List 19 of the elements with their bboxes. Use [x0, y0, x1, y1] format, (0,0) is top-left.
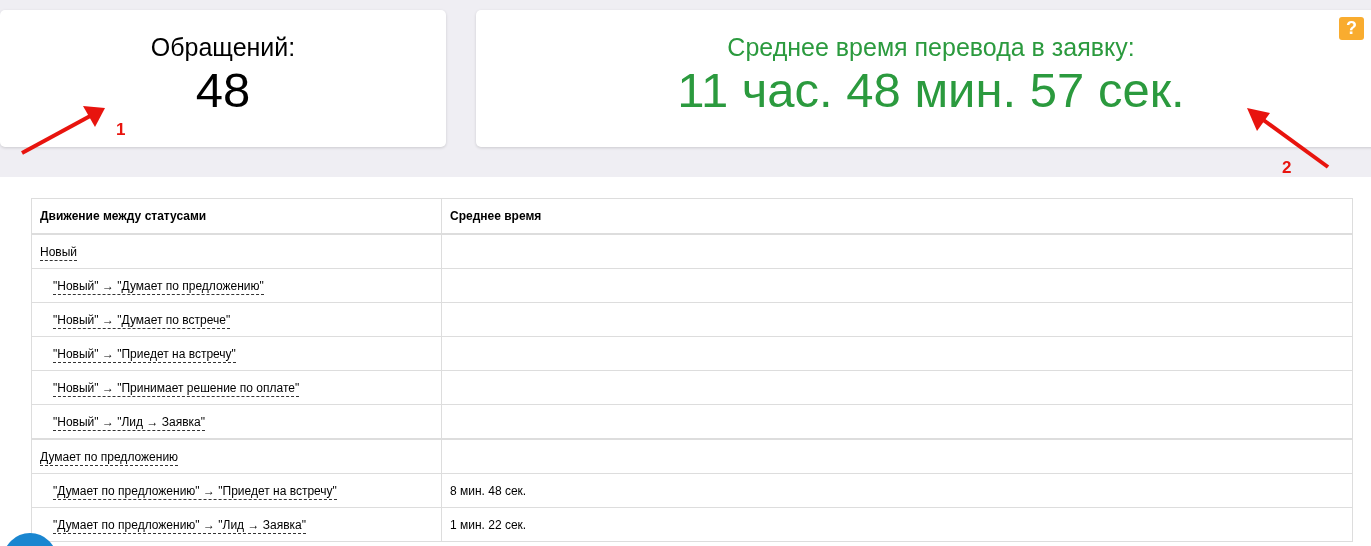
annotation-number: 1 [116, 121, 126, 139]
time-value: 8 мин. 48 сек. [450, 483, 527, 498]
transition-link[interactable]: "Новый" → "Принимает решение по оплате" [53, 380, 300, 397]
status-link[interactable]: Новый [40, 244, 78, 261]
transition-link[interactable]: "Думает по предложению" → "Лид → Заявка" [53, 517, 307, 534]
column-header: Среднее время [441, 198, 1353, 234]
annotation-number: 2 [1282, 159, 1292, 177]
transition-link[interactable]: "Новый" → "Думает по встрече" [53, 312, 231, 329]
stat-title: Обращений: [150, 32, 296, 62]
stat-title: Среднее время перевода в заявку: [727, 32, 1135, 62]
status-link[interactable]: Думает по предложению [40, 449, 179, 466]
column-header: Движение между статусами [31, 198, 442, 234]
transition-link[interactable]: "Новый" → "Приедет на встречу" [53, 346, 236, 363]
stat-value: 11 час. 48 мин. 57 сек. [677, 62, 1185, 118]
transition-link[interactable]: "Новый" → "Думает по предложению" [53, 278, 264, 295]
time-value: 1 мин. 22 сек. [450, 517, 527, 532]
stat-value: 48 [195, 62, 251, 118]
transition-link[interactable]: "Думает по предложению" → "Приедет на встречу" [53, 483, 337, 500]
transition-link[interactable]: "Новый" → "Лид → Заявка" [53, 414, 205, 431]
